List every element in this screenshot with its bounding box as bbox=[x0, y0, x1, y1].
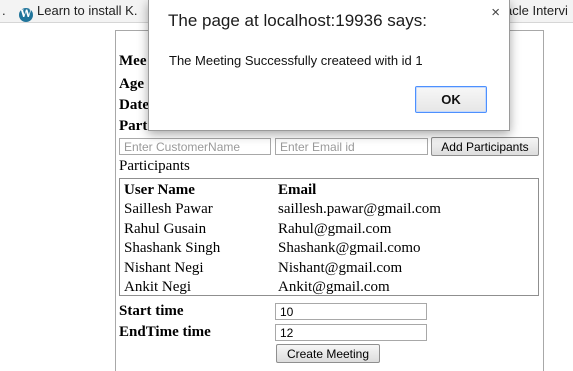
customer-name-input[interactable] bbox=[119, 138, 271, 155]
table-row: Nishant Negi Nishant@gmail.com bbox=[124, 259, 441, 279]
bookmark-label: Learn to install K. bbox=[37, 3, 138, 18]
bookmark-oracle-interview[interactable]: acle Intervi bbox=[505, 3, 568, 18]
agenda-label: Age bbox=[119, 76, 144, 92]
table-header-row: User Name Email bbox=[124, 181, 441, 200]
create-meeting-button[interactable]: Create Meeting bbox=[276, 344, 380, 363]
cell-email: Nishant@gmail.com bbox=[278, 259, 403, 276]
table-row: Shashank Singh Shashank@gmail.como bbox=[124, 239, 441, 259]
email-input[interactable] bbox=[275, 138, 428, 155]
cell-username: Ankit Negi bbox=[124, 279, 192, 296]
dialog-message: The Meeting Successfully createed with i… bbox=[169, 53, 423, 68]
start-time-input[interactable] bbox=[275, 303, 427, 320]
cell-email: Ankit@gmail.com bbox=[278, 279, 390, 296]
date-label: Date bbox=[119, 97, 149, 113]
end-time-input[interactable] bbox=[275, 324, 427, 341]
cell-username: Shashank Singh bbox=[124, 240, 221, 257]
cell-email: saillesh.pawar@gmail.com bbox=[278, 201, 441, 218]
start-time-label: Start time bbox=[119, 303, 184, 319]
cell-username: Saillesh Pawar bbox=[124, 201, 213, 218]
ok-button[interactable]: OK bbox=[415, 86, 487, 113]
participant-label: Part bbox=[119, 118, 148, 134]
end-time-label: EndTime time bbox=[119, 324, 211, 340]
alert-dialog: The page at localhost:19936 says: × The … bbox=[148, 0, 510, 131]
add-participants-button[interactable]: Add Participants bbox=[431, 137, 539, 156]
participants-heading: Participants bbox=[119, 158, 190, 174]
cell-username: Nishant Negi bbox=[124, 259, 204, 276]
cell-email: Shashank@gmail.como bbox=[278, 240, 421, 257]
bookmark-learn-install[interactable]: W Learn to install K. bbox=[19, 3, 137, 22]
meeting-label: Mee bbox=[119, 53, 147, 69]
column-header-username: User Name bbox=[124, 182, 195, 198]
table-row: Saillesh Pawar saillesh.pawar@gmail.com bbox=[124, 200, 441, 220]
cell-email: Rahul@gmail.com bbox=[278, 220, 392, 237]
participants-table: User Name Email Saillesh Pawar saillesh.… bbox=[119, 178, 539, 296]
cell-username: Rahul Gusain bbox=[124, 220, 207, 237]
column-header-email: Email bbox=[278, 182, 317, 198]
close-icon[interactable]: × bbox=[491, 4, 500, 21]
bookmark-item[interactable]: . bbox=[2, 3, 6, 18]
wordpress-icon: W bbox=[19, 8, 33, 22]
table-row: Ankit Negi Ankit@gmail.com bbox=[124, 278, 441, 298]
dialog-title: The page at localhost:19936 says: bbox=[168, 11, 427, 30]
table-row: Rahul Gusain Rahul@gmail.com bbox=[124, 220, 441, 240]
